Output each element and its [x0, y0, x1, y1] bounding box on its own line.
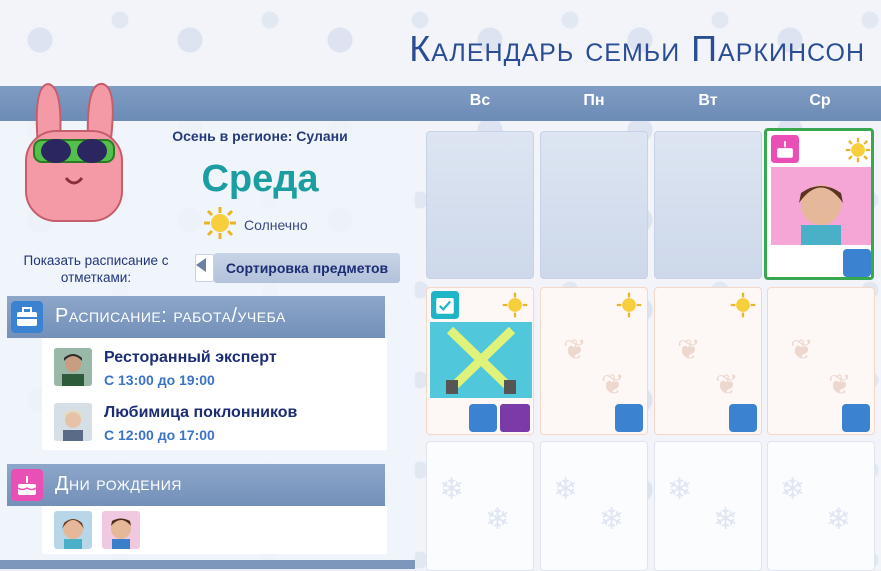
day-header-mon: Пн [583, 92, 605, 109]
job-time-2: С 12:00 до 17:00 [104, 427, 215, 443]
birthday-cake-icon [771, 135, 799, 163]
day-header-wed: Ср [809, 92, 831, 109]
page-title: Календарь семьи Паркинсон [409, 28, 865, 69]
avatar[interactable] [54, 511, 92, 549]
birthdays-header[interactable]: Дни рождения [7, 464, 385, 506]
calendar-day-cell[interactable]: ❦ ❦ [767, 287, 875, 435]
briefcase-icon [842, 404, 870, 432]
briefcase-icon [469, 404, 497, 432]
sun-icon [616, 292, 642, 318]
avatar[interactable] [54, 403, 92, 441]
bunny-mascot-icon [25, 82, 123, 222]
sun-icon [502, 292, 528, 318]
calendar-today-cell[interactable] [764, 128, 874, 280]
event-calendar-icon [431, 291, 459, 319]
calendar-day-cell[interactable]: ❄ ❄ [540, 441, 648, 571]
calendar-day-cell[interactable]: ❄ ❄ [767, 441, 875, 571]
next-section-header [0, 560, 415, 569]
calendar-day-cell[interactable]: ❦ ❦ [654, 287, 762, 435]
birthday-cake-icon [11, 469, 43, 501]
calendar-day-cell[interactable]: ❄ ❄ [654, 441, 762, 571]
day-header-tue: Вт [698, 92, 718, 109]
calendar-day-cell[interactable]: ❦ ❦ [540, 287, 648, 435]
calendar-day-cell[interactable] [426, 131, 534, 279]
job-title-2: Любимица поклонников [104, 404, 298, 421]
calendar-day-cell[interactable]: ❄ ❄ [426, 441, 534, 571]
heels-icon [500, 404, 530, 432]
weather-label: Солнечно [244, 217, 308, 233]
calendar-day-cell[interactable] [540, 131, 648, 279]
sun-icon [204, 207, 236, 239]
chevron-left-icon [196, 258, 206, 272]
current-day-name: Среда [201, 158, 319, 200]
birthday-sim-portrait [771, 167, 871, 245]
briefcase-icon [11, 301, 43, 333]
calendar-day-cell[interactable] [426, 287, 534, 435]
sort-items-dropdown[interactable]: Сортировка предметов [214, 253, 400, 283]
job-title-1: Ресторанный эксперт [104, 349, 277, 366]
sun-icon [730, 292, 756, 318]
day-header-sun: Вс [469, 92, 491, 109]
briefcase-icon [729, 404, 757, 432]
birthdays-list [42, 506, 387, 554]
show-schedule-label: Показать расписание с отметками: [23, 253, 169, 285]
event-image [430, 322, 532, 398]
season-region-label: Осень в регионе: Сулани [172, 128, 348, 144]
briefcase-icon [843, 249, 871, 277]
job-time-1: С 13:00 до 19:00 [104, 372, 215, 388]
briefcase-icon [615, 404, 643, 432]
birthdays-title: Дни рождения [55, 473, 182, 495]
work-schedule-title: Расписание: работа/учеба [55, 305, 286, 327]
avatar[interactable] [102, 511, 140, 549]
avatar[interactable] [54, 348, 92, 386]
work-schedule-header[interactable]: Расписание: работа/учеба [7, 296, 385, 338]
calendar-day-cell[interactable] [654, 131, 762, 279]
sun-icon [845, 137, 871, 163]
